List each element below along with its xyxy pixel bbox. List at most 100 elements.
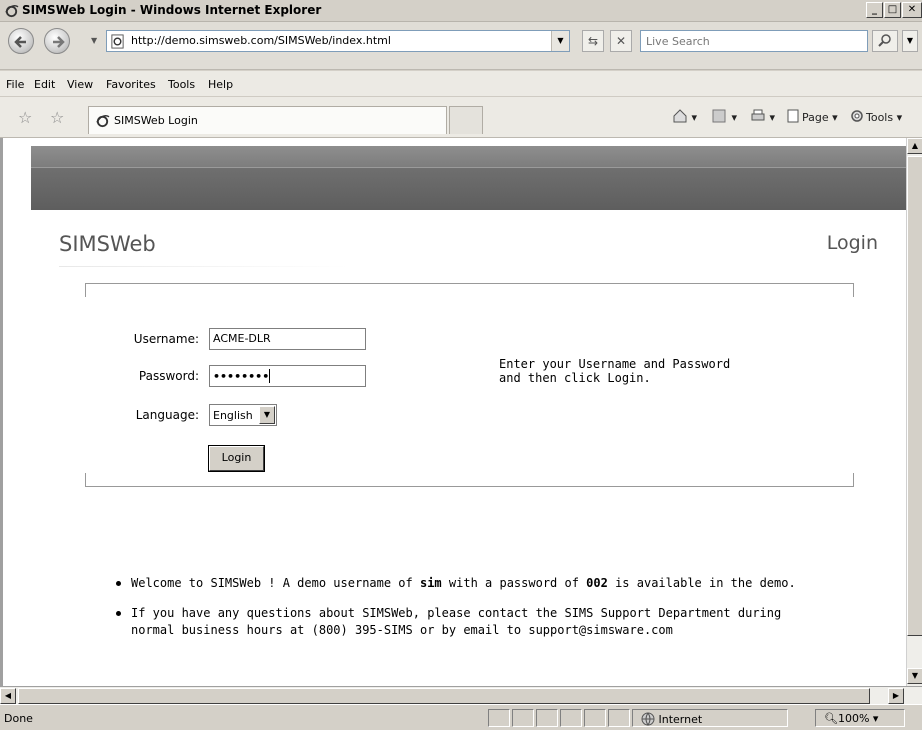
instructions-line-2: and then click Login. — [499, 371, 651, 385]
window-title: SIMSWeb Login - Windows Internet Explore… — [22, 3, 322, 17]
back-button[interactable] — [8, 28, 34, 54]
scroll-left-arrow[interactable]: ◀ — [0, 688, 16, 704]
scroll-down-arrow[interactable]: ▼ — [907, 668, 922, 684]
list-item-support-contact: If you have any questions about SIMSWeb,… — [113, 605, 893, 639]
brand-underline — [59, 266, 349, 267]
page-menu-icon — [786, 109, 802, 123]
bullet1-text-a: Welcome to SIMSWeb ! A demo username of — [131, 576, 420, 590]
page-menu-button[interactable]: Page ▾ — [786, 109, 838, 124]
home-button[interactable]: ▾ — [672, 109, 697, 124]
password-field[interactable]: •••••••• — [209, 365, 366, 387]
search-button[interactable] — [872, 30, 898, 52]
menu-edit[interactable]: Edit — [34, 78, 55, 91]
instructions-text: Enter your Username and Password and the… — [499, 357, 730, 385]
menu-favorites[interactable]: Favorites — [106, 78, 156, 91]
status-text: Done — [4, 712, 33, 725]
status-bar: Done Internet 🔍︎100% ▾ — [0, 704, 922, 730]
address-dropdown-icon[interactable]: ▼ — [551, 31, 569, 51]
bullet1-text-b: with a password of — [441, 576, 587, 590]
home-icon — [672, 109, 688, 123]
tab-label: SIMSWeb Login — [114, 114, 198, 127]
favorites-star-icon[interactable]: ☆ — [18, 108, 32, 127]
menu-view[interactable]: View — [67, 78, 93, 91]
page-icon — [111, 34, 124, 49]
menu-file[interactable]: File — [6, 78, 24, 91]
menu-tools[interactable]: Tools — [168, 78, 195, 91]
zone-label: Internet — [658, 713, 703, 726]
tab-bar: ☆ ☆ SIMSWeb Login ▾ ▾ ▾ Page ▾ Tools ▾ — [0, 97, 922, 138]
add-favorites-icon[interactable]: ☆ — [50, 108, 64, 127]
demo-password: 002 — [586, 576, 608, 590]
page-menu-label: Page — [802, 111, 829, 124]
header-band-bottom — [31, 167, 906, 210]
status-cell — [608, 709, 630, 727]
chevron-down-icon[interactable]: ▼ — [259, 406, 275, 424]
new-tab-button[interactable] — [449, 106, 483, 134]
tab-simsweb-login[interactable]: SIMSWeb Login — [88, 106, 447, 134]
search-options-dropdown[interactable]: ▼ — [902, 30, 918, 52]
text-caret — [269, 369, 271, 383]
status-cell — [560, 709, 582, 727]
zoom-cell[interactable]: 🔍︎100% ▾ — [815, 709, 905, 727]
brand-logo-text: SIMSWeb — [59, 232, 156, 256]
close-button[interactable]: ✕ — [902, 2, 922, 18]
status-cell — [584, 709, 606, 727]
language-select[interactable]: English ▼ — [209, 404, 277, 426]
zoom-level: 🔍︎100% ▾ — [824, 712, 879, 725]
recent-pages-dropdown-icon[interactable]: ▼ — [91, 36, 97, 45]
tools-menu-label: Tools — [866, 111, 894, 124]
security-zone-cell[interactable]: Internet — [632, 709, 788, 727]
scroll-up-arrow[interactable]: ▲ — [907, 138, 922, 154]
printer-icon — [750, 109, 766, 123]
forward-arrow-icon — [53, 36, 65, 48]
page-viewport: SIMSWeb Login Username: ACME-DLR Passwor… — [0, 138, 906, 686]
vertical-scroll-thumb[interactable] — [907, 156, 922, 636]
title-bar: SIMSWeb Login - Windows Internet Explore… — [0, 0, 922, 22]
search-placeholder: Live Search — [646, 35, 710, 48]
globe-icon — [641, 712, 655, 726]
print-button[interactable]: ▾ — [750, 109, 775, 124]
minimize-button[interactable]: _ — [866, 2, 883, 18]
list-item-demo-credentials: Welcome to SIMSWeb ! A demo username of … — [113, 575, 893, 592]
password-mask: •••••••• — [213, 370, 270, 383]
bullet1-text-c: is available in the demo. — [607, 576, 796, 590]
stop-button[interactable]: ✕ — [610, 30, 632, 52]
language-value: English — [213, 409, 253, 422]
refresh-button[interactable]: ⇆ — [582, 30, 604, 52]
password-label: Password: — [138, 369, 199, 383]
instructions-line-1: Enter your Username and Password — [499, 357, 731, 371]
feeds-button[interactable]: ▾ — [712, 109, 737, 124]
bullet2-line-2: normal business hours at (800) 395-SIMS … — [131, 623, 673, 637]
info-list: Welcome to SIMSWeb ! A demo username of … — [113, 575, 893, 652]
horizontal-scrollbar[interactable]: ◀ ▶ — [0, 686, 922, 704]
back-arrow-icon — [14, 36, 26, 48]
bullet2-line-1: If you have any questions about SIMSWeb,… — [131, 606, 782, 620]
horizontal-scroll-thumb[interactable] — [18, 688, 870, 704]
address-toolbar: ▼ http://demo.simsweb.com/SIMSWeb/index.… — [0, 22, 922, 70]
search-input[interactable]: Live Search — [640, 30, 868, 52]
scroll-right-arrow[interactable]: ▶ — [888, 688, 904, 704]
menu-bar: File Edit View Favorites Tools Help — [0, 71, 922, 97]
maximize-button[interactable]: □ — [884, 2, 901, 18]
address-field[interactable]: http://demo.simsweb.com/SIMSWeb/index.ht… — [106, 30, 570, 52]
status-cell — [488, 709, 510, 727]
rss-icon — [712, 109, 728, 123]
status-cell — [536, 709, 558, 727]
username-label: Username: — [133, 332, 199, 346]
vertical-scrollbar[interactable]: ▲ ▼ — [906, 138, 922, 686]
language-label: Language: — [135, 408, 199, 422]
ie-icon — [5, 4, 19, 18]
form-frame-bottom — [85, 473, 854, 487]
page-title: Login — [826, 232, 878, 254]
form-frame-top — [85, 283, 854, 297]
search-icon — [878, 34, 891, 47]
tools-menu-button[interactable]: Tools ▾ — [850, 109, 902, 124]
header-band-top — [31, 146, 906, 167]
demo-username: sim — [419, 576, 442, 590]
zoom-value: 100% — [837, 712, 870, 725]
forward-button[interactable] — [44, 28, 70, 54]
menu-help[interactable]: Help — [208, 78, 233, 91]
status-cell — [512, 709, 534, 727]
username-field[interactable]: ACME-DLR — [209, 328, 366, 350]
login-button[interactable]: Login — [208, 445, 265, 472]
